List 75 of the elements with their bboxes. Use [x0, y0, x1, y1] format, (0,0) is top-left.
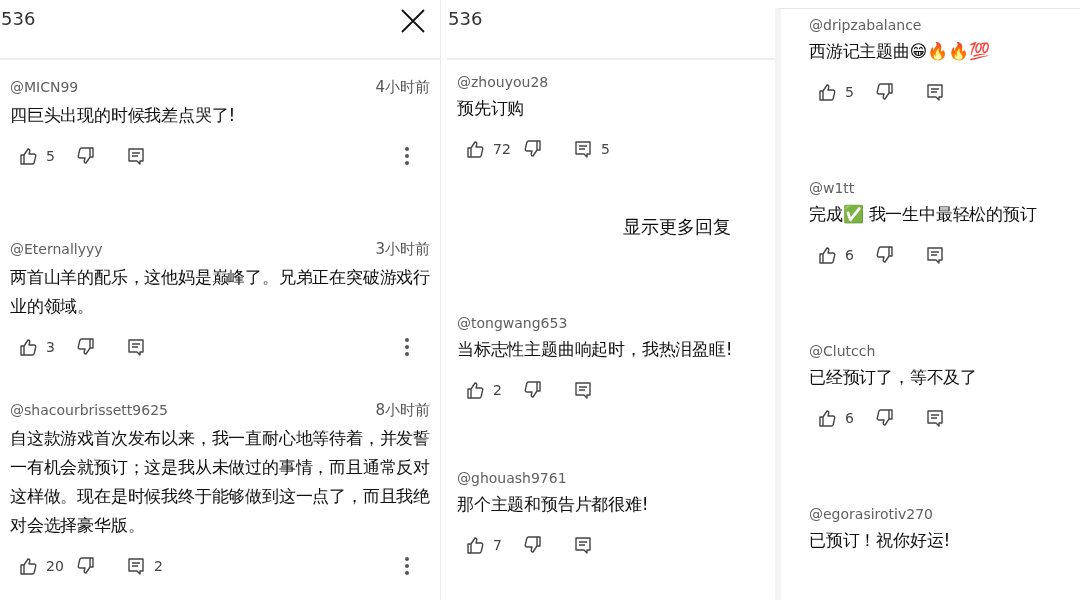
reply-button[interactable] [925, 408, 945, 428]
comment-text: 已经预订了，等不及了 [809, 366, 978, 389]
more-icon[interactable] [404, 556, 410, 576]
comment-text: 西游记主题曲😁🔥🔥💯 [809, 40, 991, 63]
thumbs-up-icon [817, 82, 837, 102]
like-button[interactable]: 2 [465, 380, 523, 400]
username[interactable]: @Eternallyyy [10, 241, 103, 257]
comment-icon [126, 337, 146, 357]
comment-text: 预先订购 [457, 97, 526, 120]
more-icon[interactable] [404, 146, 410, 166]
thumbs-down-icon [875, 245, 895, 265]
like-button[interactable]: 3 [18, 337, 76, 357]
close-icon[interactable] [400, 8, 426, 34]
comment-text: 当标志性主题曲响起时，我热泪盈眶! [457, 338, 734, 361]
comment-icon [126, 146, 146, 166]
reply-button[interactable] [126, 146, 146, 166]
thumbs-down-icon [523, 535, 543, 555]
thumbs-up-icon [18, 146, 38, 166]
reply-button[interactable]: 2 [126, 556, 163, 576]
reply-button[interactable] [126, 337, 146, 357]
username[interactable]: @w1tt [809, 180, 855, 196]
comment-icon [573, 380, 593, 400]
username[interactable]: @tongwang653 [457, 315, 568, 331]
username[interactable]: @shacourbrissett9625 [10, 402, 168, 418]
comment-text: 已预订！祝你好运! [809, 529, 951, 552]
username[interactable]: @zhouyou28 [457, 74, 549, 90]
thumbs-down-icon [875, 82, 895, 102]
like-button[interactable]: 5 [817, 82, 875, 102]
reply-button[interactable] [573, 380, 593, 400]
comment-icon [573, 139, 593, 159]
like-button[interactable]: 72 [465, 139, 523, 159]
comment-text: 两首山羊的配乐，这他妈是巅峰了。兄弟正在突破游戏行业的领域。 [10, 266, 430, 318]
username[interactable]: @egorasirotiv270 [809, 506, 933, 522]
comment-text: 四巨头出现的时候我差点哭了! [10, 104, 236, 127]
like-button[interactable]: 20 [18, 556, 76, 576]
thumbs-down-icon [76, 337, 96, 357]
timestamp: 4小时前 [375, 78, 430, 97]
comment-icon [925, 245, 945, 265]
username[interactable]: @dripzabalance [809, 17, 922, 33]
thumbs-down-icon [523, 139, 543, 159]
show-more-replies-link[interactable]: 显示更多回复 [623, 215, 731, 239]
thumbs-down-icon [523, 380, 543, 400]
thumbs-up-icon [817, 245, 837, 265]
thumbs-up-icon [465, 535, 485, 555]
comment-count: 536 [448, 8, 483, 29]
comment-icon [126, 556, 146, 576]
thumbs-down-icon [875, 408, 895, 428]
comment-icon [573, 535, 593, 555]
reply-button[interactable] [925, 82, 945, 102]
username[interactable]: @Clutcch [809, 343, 876, 359]
comment-icon [925, 408, 945, 428]
thumbs-up-icon [18, 337, 38, 357]
more-icon[interactable] [404, 337, 410, 357]
timestamp: 8小时前 [375, 401, 430, 420]
thumbs-up-icon [465, 139, 485, 159]
like-button[interactable]: 6 [817, 245, 875, 265]
comment-text: 那个主题和预告片都很难! [457, 493, 650, 516]
reply-button[interactable]: 5 [573, 139, 610, 159]
thumbs-up-icon [18, 556, 38, 576]
comment-text: 完成✅ 我一生中最轻松的预订 [809, 203, 1038, 226]
comment-icon [925, 82, 945, 102]
comment-text: 自这款游戏首次发布以来，我一直耐心地等待着，并发誓一有机会就预订；这是我从未做过的事情，而且通常反对这样做。现在是时候我终于能够做到这一点了，而且我绝对会选择豪华版。 [10, 427, 430, 537]
like-button[interactable]: 6 [817, 408, 875, 428]
thumbs-down-icon [76, 146, 96, 166]
like-button[interactable]: 5 [18, 146, 76, 166]
username[interactable]: @MICN99 [10, 79, 79, 95]
thumbs-up-icon [817, 408, 837, 428]
thumbs-up-icon [465, 380, 485, 400]
thumbs-down-icon [76, 556, 96, 576]
comment-count: 536 [1, 8, 36, 29]
like-button[interactable]: 7 [465, 535, 523, 555]
reply-button[interactable] [573, 535, 593, 555]
timestamp: 3小时前 [375, 240, 430, 259]
username[interactable]: @ghouash9761 [457, 470, 567, 486]
reply-button[interactable] [925, 245, 945, 265]
